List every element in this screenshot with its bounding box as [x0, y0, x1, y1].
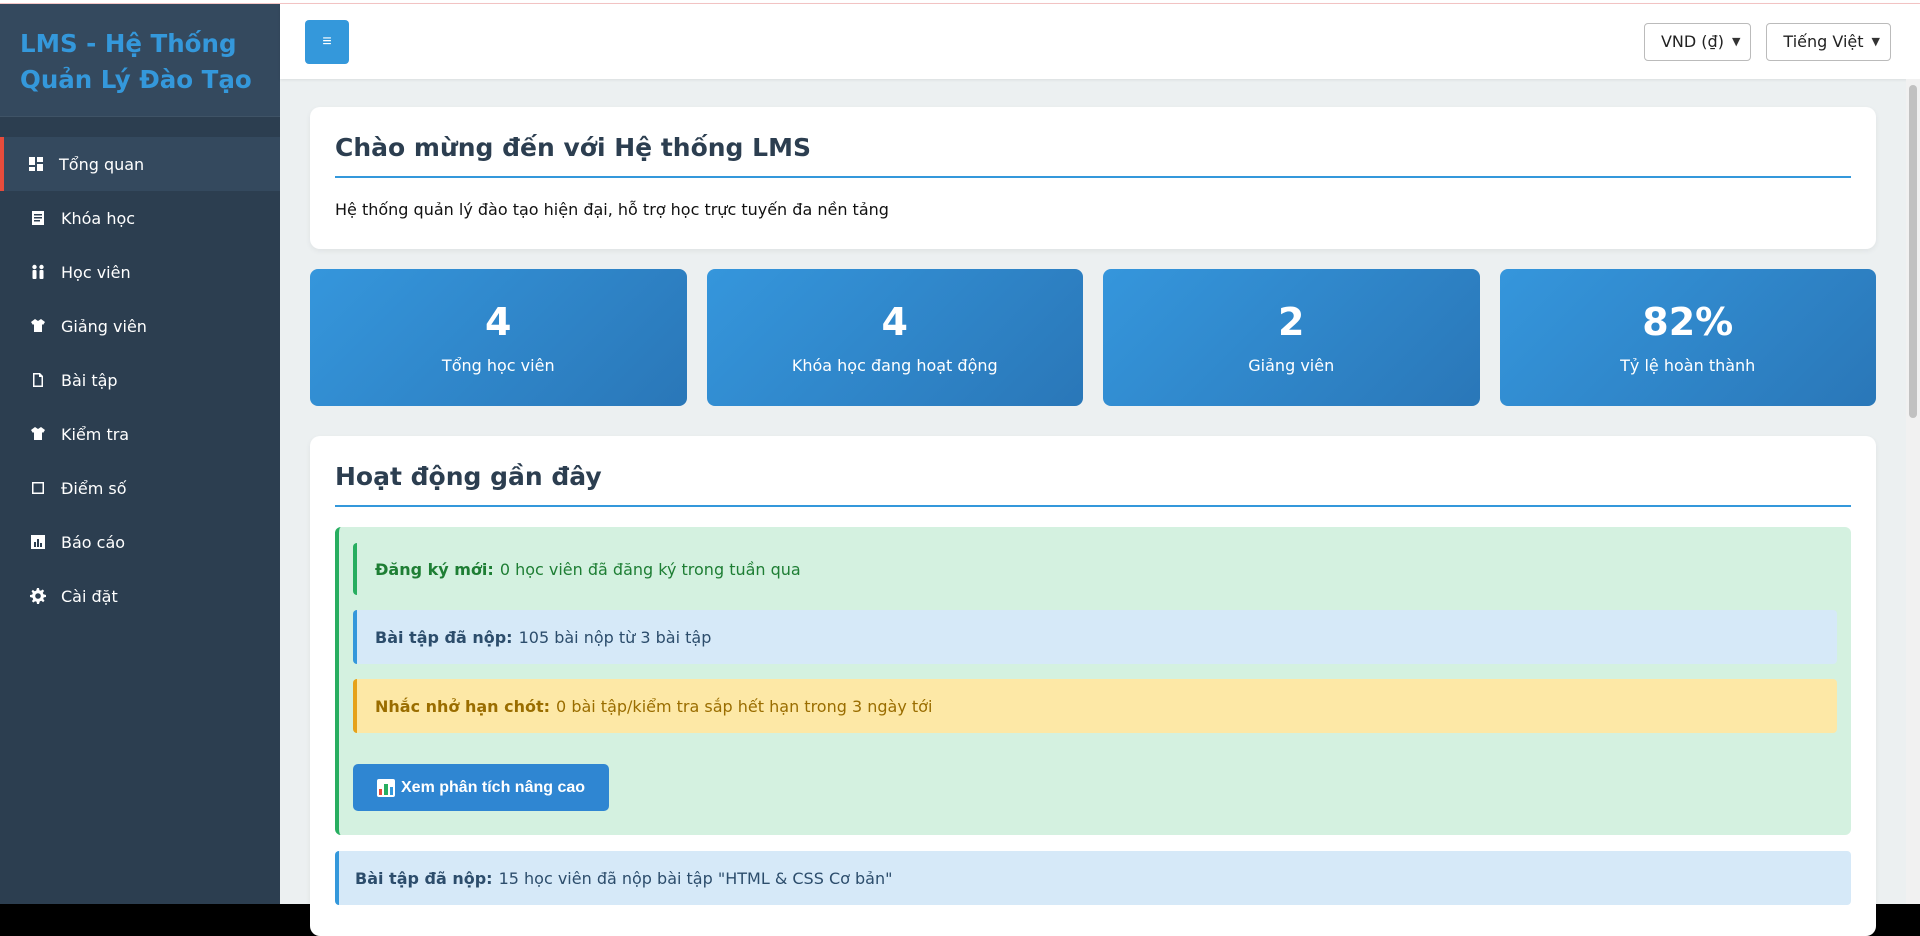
- stat-value: 4: [485, 300, 512, 344]
- notice-submissions: Bài tập đã nộp: 105 bài nộp từ 3 bài tập: [353, 610, 1837, 664]
- bar-chart-icon: [377, 778, 395, 797]
- language-select-value: Tiếng Việt: [1783, 32, 1864, 51]
- stat-card-students: 4 Tổng học viên: [310, 269, 687, 406]
- chevron-down-icon: ▼: [1871, 35, 1880, 48]
- teacher-icon: [28, 316, 48, 336]
- content: Chào mừng đến với Hệ thống LMS Hệ thống …: [310, 107, 1876, 936]
- notice-label: Bài tập đã nộp:: [355, 868, 493, 888]
- sidebar-item-bai-tap[interactable]: Bài tập: [0, 353, 280, 407]
- sidebar: LMS - Hệ Thống Quản Lý Đào Tạo Tổng quan…: [0, 4, 280, 904]
- scrollbar[interactable]: [1906, 79, 1920, 904]
- score-icon: [28, 478, 48, 498]
- notice-new-registrations: Đăng ký mới: 0 học viên đã đăng ký trong…: [353, 543, 1837, 595]
- stat-value: 82%: [1642, 300, 1734, 344]
- document-icon: [28, 370, 48, 390]
- sidebar-item-giang-vien[interactable]: Giảng viên: [0, 299, 280, 353]
- sidebar-item-label: Học viên: [61, 262, 131, 282]
- stats-row: 4 Tổng học viên 4 Khóa học đang hoạt độn…: [310, 269, 1876, 406]
- sidebar-nav: Tổng quan Khóa học Học viên Giảng viên B…: [0, 117, 280, 623]
- sidebar-item-cai-dat[interactable]: Cài đặt: [0, 569, 280, 623]
- advanced-analytics-label: Xem phân tích nâng cao: [401, 778, 586, 796]
- sidebar-item-label: Tổng quan: [59, 154, 145, 174]
- currency-select[interactable]: VND (₫) ▼: [1643, 22, 1752, 61]
- book-icon: [28, 208, 48, 228]
- topbar: ≡ VND (₫) ▼ Tiếng Việt ▼: [280, 4, 1920, 79]
- advanced-analytics-button[interactable]: Xem phân tích nâng cao: [353, 764, 610, 811]
- notice-text: 105 bài nộp từ 3 bài tập: [518, 627, 712, 647]
- sidebar-item-diem-so[interactable]: Điểm số: [0, 461, 280, 515]
- stat-card-completion: 82% Tỷ lệ hoàn thành: [1499, 269, 1876, 406]
- stat-label: Tổng học viên: [441, 356, 555, 375]
- stat-label: Khóa học đang hoạt động: [791, 356, 998, 375]
- stat-card-courses: 4 Khóa học đang hoạt động: [706, 269, 1083, 406]
- scrollbar-thumb[interactable]: [1909, 85, 1917, 418]
- sidebar-item-khoa-hoc[interactable]: Khóa học: [0, 191, 280, 245]
- stat-label: Giảng viên: [1248, 356, 1335, 375]
- notice-html-css-submissions: Bài tập đã nộp: 15 học viên đã nộp bài t…: [335, 851, 1851, 905]
- notice-label: Bài tập đã nộp:: [375, 627, 513, 647]
- notice-text: 0 học viên đã đăng ký trong tuần qua: [499, 559, 801, 579]
- report-icon: [28, 532, 48, 552]
- main: ≡ VND (₫) ▼ Tiếng Việt ▼ Chào mừng đến v…: [280, 4, 1920, 936]
- stat-label: Tỷ lệ hoàn thành: [1620, 356, 1756, 375]
- welcome-card: Chào mừng đến với Hệ thống LMS Hệ thống …: [310, 107, 1876, 249]
- sidebar-item-label: Bài tập: [61, 370, 118, 390]
- menu-toggle-button[interactable]: ≡: [305, 19, 349, 64]
- app: LMS - Hệ Thống Quản Lý Đào Tạo Tổng quan…: [0, 4, 1920, 936]
- sidebar-item-label: Điểm số: [61, 478, 127, 498]
- notice-label: Đăng ký mới:: [375, 559, 494, 579]
- language-select[interactable]: Tiếng Việt ▼: [1766, 22, 1891, 61]
- notice-text: 15 học viên đã nộp bài tập "HTML & CSS C…: [498, 868, 893, 888]
- menu-icon: ≡: [322, 32, 332, 50]
- sidebar-item-label: Giảng viên: [61, 316, 147, 336]
- notice-label: Nhắc nhở hạn chót:: [375, 696, 551, 716]
- activity-summary: Đăng ký mới: 0 học viên đã đăng ký trong…: [335, 527, 1851, 835]
- brand: LMS - Hệ Thống Quản Lý Đào Tạo: [0, 4, 280, 117]
- sidebar-item-tong-quan[interactable]: Tổng quan: [0, 137, 280, 191]
- sidebar-item-bao-cao[interactable]: Báo cáo: [0, 515, 280, 569]
- users-icon: [28, 262, 48, 282]
- stat-card-teachers: 2 Giảng viên: [1103, 269, 1480, 406]
- sidebar-item-label: Cài đặt: [61, 586, 118, 606]
- welcome-title: Chào mừng đến với Hệ thống LMS: [335, 133, 1851, 178]
- welcome-text: Hệ thống quản lý đào tạo hiện đại, hỗ tr…: [335, 200, 889, 219]
- gear-icon: [28, 586, 48, 606]
- sidebar-item-label: Kiểm tra: [61, 424, 130, 444]
- sidebar-item-kiem-tra[interactable]: Kiểm tra: [0, 407, 280, 461]
- activity-card: Hoạt động gần đây Đăng ký mới: 0 học viê…: [310, 436, 1876, 936]
- test-icon: [28, 424, 48, 444]
- sidebar-item-label: Khóa học: [61, 208, 136, 228]
- topbar-selects: VND (₫) ▼ Tiếng Việt ▼: [1643, 22, 1891, 61]
- stat-value: 2: [1278, 300, 1305, 344]
- stat-value: 4: [881, 300, 908, 344]
- brand-title: LMS - Hệ Thống Quản Lý Đào Tạo: [20, 29, 252, 94]
- notice-text: 0 bài tập/kiểm tra sắp hết hạn trong 3 n…: [556, 696, 933, 716]
- sidebar-item-hoc-vien[interactable]: Học viên: [0, 245, 280, 299]
- notice-deadline-reminder: Nhắc nhở hạn chót: 0 bài tập/kiểm tra sắ…: [353, 679, 1837, 733]
- dashboard-icon: [26, 154, 46, 174]
- activity-title: Hoạt động gần đây: [335, 462, 1851, 507]
- sidebar-item-label: Báo cáo: [61, 532, 126, 552]
- chevron-down-icon: ▼: [1731, 35, 1741, 48]
- currency-select-value: VND (₫): [1660, 32, 1724, 51]
